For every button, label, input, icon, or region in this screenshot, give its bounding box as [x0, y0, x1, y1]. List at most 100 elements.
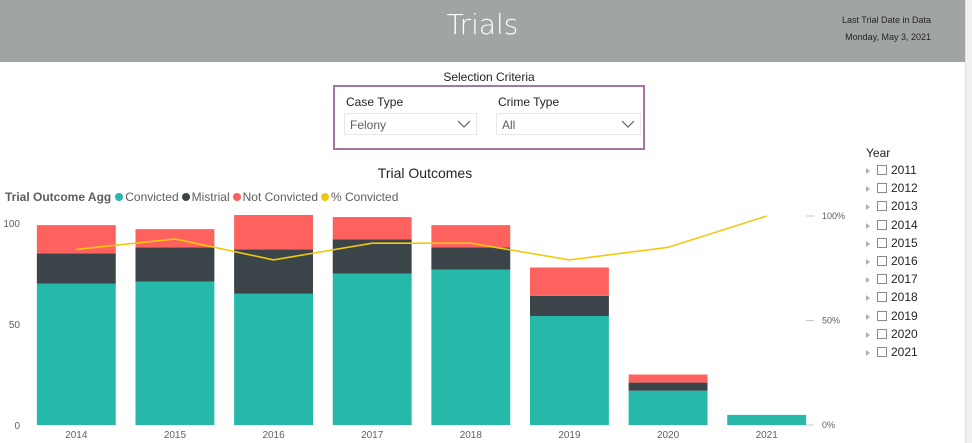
- legend-marker: [115, 193, 124, 201]
- bar-convicted: [332, 273, 412, 425]
- bar-not-convicted: [234, 215, 314, 250]
- year-option-2020[interactable]: 2020: [866, 327, 918, 345]
- y2-tick-label: 50%: [822, 316, 840, 326]
- bar-not-convicted: [431, 225, 511, 248]
- case-type-dropdown[interactable]: Felony: [344, 113, 477, 135]
- y2-tick-label: 0%: [822, 420, 835, 430]
- year-checkbox[interactable]: [877, 328, 887, 339]
- legend-marker: [321, 193, 329, 201]
- year-checkbox[interactable]: [877, 201, 887, 212]
- bar-convicted: [36, 283, 116, 425]
- y2-tick-label: 100%: [822, 211, 845, 221]
- bar-mistrial: [431, 247, 511, 270]
- year-option-2016[interactable]: 2016: [866, 254, 918, 272]
- expand-arrow-icon[interactable]: [866, 240, 870, 247]
- year-label: 2021: [891, 344, 918, 359]
- bar-mistrial: [529, 295, 609, 316]
- year-option-2013[interactable]: 2013: [866, 199, 918, 217]
- x-tick-label: 2017: [361, 430, 384, 441]
- year-checkbox[interactable]: [877, 310, 887, 321]
- year-label: 2020: [891, 326, 918, 341]
- last-trial-date-label: Last Trial Date in Data: [841, 15, 931, 25]
- legend-label: % Convicted: [331, 190, 399, 204]
- legend-item[interactable]: Convicted: [115, 190, 179, 204]
- legend-item[interactable]: Not Convicted: [232, 190, 318, 204]
- year-option-2011[interactable]: 2011: [866, 163, 917, 181]
- x-tick-label: 2019: [558, 430, 581, 441]
- year-option-2019[interactable]: 2019: [866, 309, 918, 327]
- year-checkbox[interactable]: [877, 346, 887, 357]
- expand-arrow-icon[interactable]: [866, 295, 870, 302]
- bar-convicted: [135, 281, 215, 425]
- x-tick-label: 2018: [460, 430, 483, 441]
- case-type-label: Case Type: [346, 95, 404, 109]
- year-label: 2015: [891, 235, 918, 250]
- legend-item[interactable]: % Convicted: [321, 190, 398, 204]
- expand-arrow-icon[interactable]: [866, 349, 870, 356]
- bar-mistrial: [36, 253, 116, 284]
- bar-convicted: [431, 269, 511, 425]
- chart-legend: Trial Outcome Agg Convicted Mistrial Not Co…: [5, 190, 401, 204]
- legend-marker: [232, 193, 241, 201]
- expand-arrow-icon[interactable]: [866, 313, 870, 320]
- expand-arrow-icon[interactable]: [866, 222, 870, 229]
- bar-not-convicted: [628, 374, 708, 383]
- year-label: 2019: [891, 308, 918, 323]
- vertical-scrollbar[interactable]: [965, 0, 972, 443]
- header-bar: Trials Last Trial Date in Data Monday, M…: [0, 0, 965, 62]
- expand-arrow-icon[interactable]: [866, 186, 870, 193]
- x-tick-label: 2016: [262, 430, 285, 441]
- bar-mistrial: [628, 382, 708, 391]
- expand-arrow-icon[interactable]: [866, 277, 870, 284]
- crime-type-value: All: [502, 118, 516, 132]
- chart-title: Trial Outcomes: [377, 165, 473, 181]
- year-checkbox[interactable]: [877, 255, 887, 266]
- year-checkbox[interactable]: [877, 292, 887, 303]
- year-checkbox[interactable]: [877, 237, 887, 248]
- expand-arrow-icon[interactable]: [866, 258, 870, 265]
- year-label: 2016: [891, 253, 918, 268]
- bar-convicted: [727, 414, 807, 425]
- legend-label: Convicted: [125, 190, 179, 204]
- year-option-2012[interactable]: 2012: [866, 181, 918, 199]
- x-tick-label: 2020: [657, 430, 680, 441]
- bar-convicted: [628, 390, 708, 425]
- trial-outcomes-chart: 0 50 100 0% 50% 100% 2014 2015 2016 2017 2018 2019 2…: [3, 211, 845, 441]
- year-slicer-title: Year: [866, 146, 891, 160]
- year-label: 2012: [891, 181, 918, 196]
- chevron-down-icon: [621, 120, 635, 128]
- x-tick-label: 2021: [756, 430, 779, 441]
- legend-marker: [181, 193, 190, 201]
- year-label: 2018: [891, 290, 918, 305]
- bar-not-convicted: [332, 217, 412, 240]
- year-option-2017[interactable]: 2017: [866, 272, 918, 290]
- year-option-2015[interactable]: 2015: [866, 236, 918, 254]
- year-checkbox[interactable]: [877, 165, 887, 175]
- y-tick-label: 50: [9, 320, 21, 331]
- case-type-value: Felony: [350, 118, 387, 132]
- crime-type-dropdown[interactable]: All: [496, 113, 641, 135]
- legend-label: Mistrial: [191, 190, 230, 204]
- bar-not-convicted: [529, 267, 609, 296]
- y-tick-label: 0: [14, 421, 20, 432]
- year-label: 2014: [891, 217, 918, 232]
- year-option-2021[interactable]: 2021: [866, 345, 918, 363]
- expand-arrow-icon[interactable]: [866, 168, 870, 174]
- year-checkbox[interactable]: [877, 219, 887, 230]
- bar-mistrial: [135, 247, 215, 282]
- expand-arrow-icon[interactable]: [866, 331, 870, 338]
- year-option-2014[interactable]: 2014: [866, 218, 918, 236]
- year-label: 2011: [891, 163, 917, 177]
- year-checkbox[interactable]: [877, 183, 887, 194]
- legend-item[interactable]: Mistrial: [181, 190, 230, 204]
- year-checkbox[interactable]: [877, 274, 887, 285]
- year-label: 2013: [891, 199, 918, 214]
- expand-arrow-icon[interactable]: [866, 204, 870, 211]
- x-tick-label: 2014: [65, 430, 88, 441]
- chevron-down-icon: [457, 120, 471, 128]
- legend-label: Not Convicted: [242, 190, 318, 204]
- year-label: 2017: [891, 272, 918, 287]
- crime-type-label: Crime Type: [498, 95, 560, 109]
- year-option-2018[interactable]: 2018: [866, 290, 918, 308]
- year-slicer: Year 2011 2012 2013 2014 2015 2016 2017 2018 201…: [866, 146, 918, 363]
